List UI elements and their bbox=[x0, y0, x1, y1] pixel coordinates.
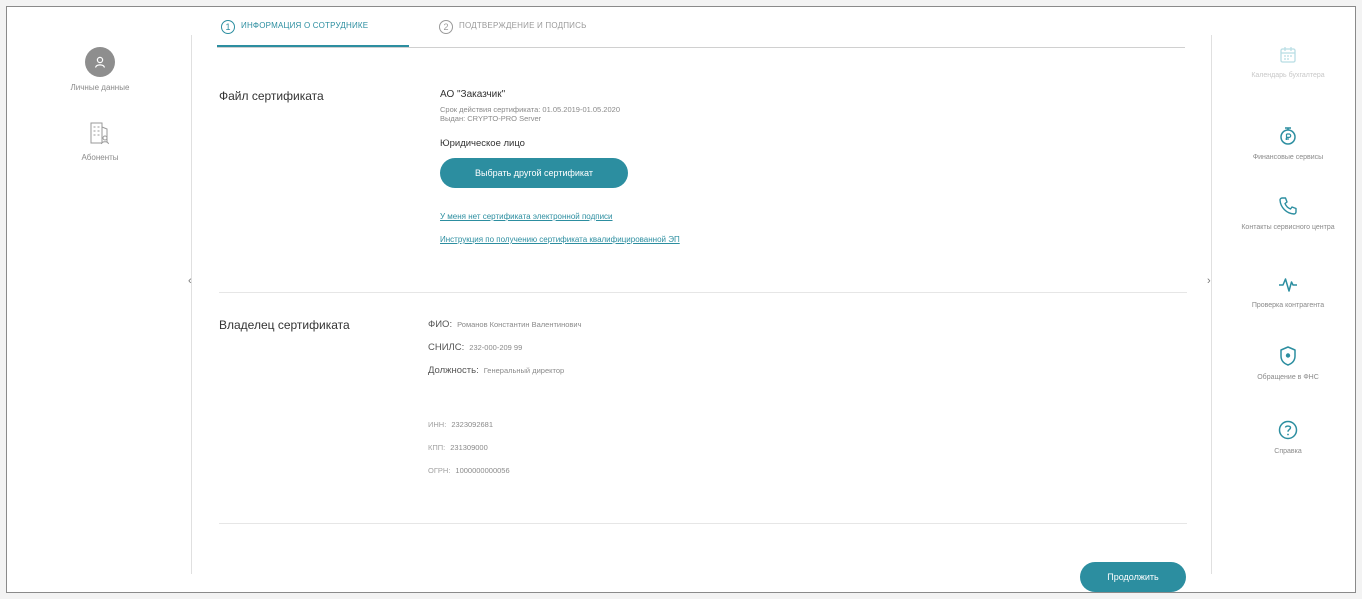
fio-label: ФИО: bbox=[428, 319, 453, 330]
section-divider bbox=[219, 523, 1187, 524]
app-window: Личные данные Абоненты ‹ › 1 ИНФОРМАЦИЯ … bbox=[6, 6, 1356, 593]
owner-snils-row: СНИЛС: 232-000-209 99 bbox=[428, 342, 522, 353]
owner-kpp-row: КПП: 231309000 bbox=[428, 443, 488, 452]
org-name: АО "Заказчик" bbox=[440, 89, 506, 100]
certificate-file-label: Файл сертификата bbox=[219, 89, 324, 103]
owner-fio-row: ФИО: Романов Константин Валентинович bbox=[428, 319, 581, 330]
inn-value: 2323092681 bbox=[451, 420, 494, 429]
nav-label: Финансовые сервисы bbox=[1252, 154, 1324, 161]
right-divider bbox=[1211, 35, 1212, 574]
certificate-owner-label: Владелец сертификата bbox=[219, 318, 350, 332]
shield-icon bbox=[1280, 346, 1296, 366]
tab-confirmation-signature[interactable]: 2 ПОДТВЕРЖДЕНИЕ И ПОДПИСЬ bbox=[439, 20, 587, 45]
nav-service-center-contacts[interactable]: Контакты сервисного центра bbox=[1219, 195, 1355, 233]
nav-label: Календарь бухгалтера bbox=[1251, 72, 1325, 79]
nav-accountant-calendar[interactable]: Календарь бухгалтера bbox=[1219, 45, 1355, 81]
sidebar-item-label: Личные данные bbox=[70, 83, 130, 92]
pulse-icon bbox=[1279, 278, 1297, 292]
nav-counterparty-check[interactable]: Проверка контрагента bbox=[1219, 273, 1355, 311]
sidebar-item-label: Абоненты bbox=[81, 153, 119, 162]
nav-fns-appeal[interactable]: Обращение в ФНС bbox=[1219, 345, 1355, 383]
tab-label: ПОДТВЕРЖДЕНИЕ И ПОДПИСЬ bbox=[459, 21, 587, 30]
tab-label: ИНФОРМАЦИЯ О СОТРУДНИКЕ bbox=[241, 21, 369, 30]
phone-icon bbox=[1279, 197, 1297, 215]
nav-label: Обращение в ФНС bbox=[1257, 374, 1319, 381]
nav-help[interactable]: Справка bbox=[1219, 419, 1355, 457]
owner-ogrn-row: ОГРН: 1000000000056 bbox=[428, 466, 510, 475]
user-avatar-icon bbox=[85, 47, 115, 77]
snils-label: СНИЛС: bbox=[428, 342, 465, 353]
building-user-icon bbox=[90, 122, 109, 145]
calendar-icon bbox=[1280, 47, 1296, 63]
section-divider bbox=[219, 292, 1187, 293]
help-icon bbox=[1278, 420, 1298, 440]
step-number-1: 1 bbox=[221, 20, 235, 34]
left-divider bbox=[191, 35, 192, 574]
active-tab-indicator bbox=[217, 45, 409, 47]
nav-label: Проверка контрагента bbox=[1251, 302, 1325, 309]
step-tabs: 1 ИНФОРМАЦИЯ О СОТРУДНИКЕ 2 ПОДТВЕРЖДЕНИ… bbox=[217, 7, 1185, 48]
sidebar-item-personal-data[interactable]: Личные данные bbox=[7, 47, 193, 92]
snils-value: 232-000-209 99 bbox=[469, 343, 523, 352]
certificate-issuer: Выдан: CRYPTO-PRO Server bbox=[440, 114, 542, 123]
sidebar-item-subscribers[interactable]: Абоненты bbox=[7, 119, 193, 162]
no-certificate-link[interactable]: У меня нет сертификата электронной подпи… bbox=[440, 212, 613, 221]
nav-label: Контакты сервисного центра bbox=[1241, 224, 1335, 231]
collapse-right-icon[interactable]: › bbox=[1207, 275, 1211, 287]
fio-value: Романов Константин Валентинович bbox=[457, 320, 582, 329]
right-sidebar: Календарь бухгалтера Финансовые сервисы … bbox=[1219, 7, 1355, 592]
nav-label: Справка bbox=[1274, 448, 1302, 455]
owner-inn-row: ИНН: 2323092681 bbox=[428, 420, 493, 429]
tab-employee-info[interactable]: 1 ИНФОРМАЦИЯ О СОТРУДНИКЕ bbox=[221, 20, 369, 45]
kpp-value: 231309000 bbox=[450, 443, 488, 452]
left-sidebar: Личные данные Абоненты bbox=[7, 7, 193, 592]
entity-type: Юридическое лицо bbox=[440, 138, 525, 149]
ogrn-value: 1000000000056 bbox=[455, 466, 510, 475]
certificate-instructions-link[interactable]: Инструкция по получению сертификата квал… bbox=[440, 235, 680, 244]
choose-certificate-button[interactable]: Выбрать другой сертификат bbox=[440, 158, 628, 188]
collapse-left-icon[interactable]: ‹ bbox=[188, 275, 192, 287]
certificate-validity: Срок действия сертификата: 01.05.2019-01… bbox=[440, 105, 620, 114]
owner-position-row: Должность: Генеральный директор bbox=[428, 365, 564, 376]
continue-button[interactable]: Продолжить bbox=[1080, 562, 1186, 592]
step-number-2: 2 bbox=[439, 20, 453, 34]
position-label: Должность: bbox=[428, 365, 479, 376]
finance-service-icon bbox=[1280, 127, 1296, 145]
ogrn-label: ОГРН: bbox=[428, 466, 451, 475]
position-value: Генеральный директор bbox=[483, 366, 565, 375]
kpp-label: КПП: bbox=[428, 443, 446, 452]
inn-label: ИНН: bbox=[428, 420, 447, 429]
nav-finance-services[interactable]: Финансовые сервисы bbox=[1219, 125, 1355, 163]
